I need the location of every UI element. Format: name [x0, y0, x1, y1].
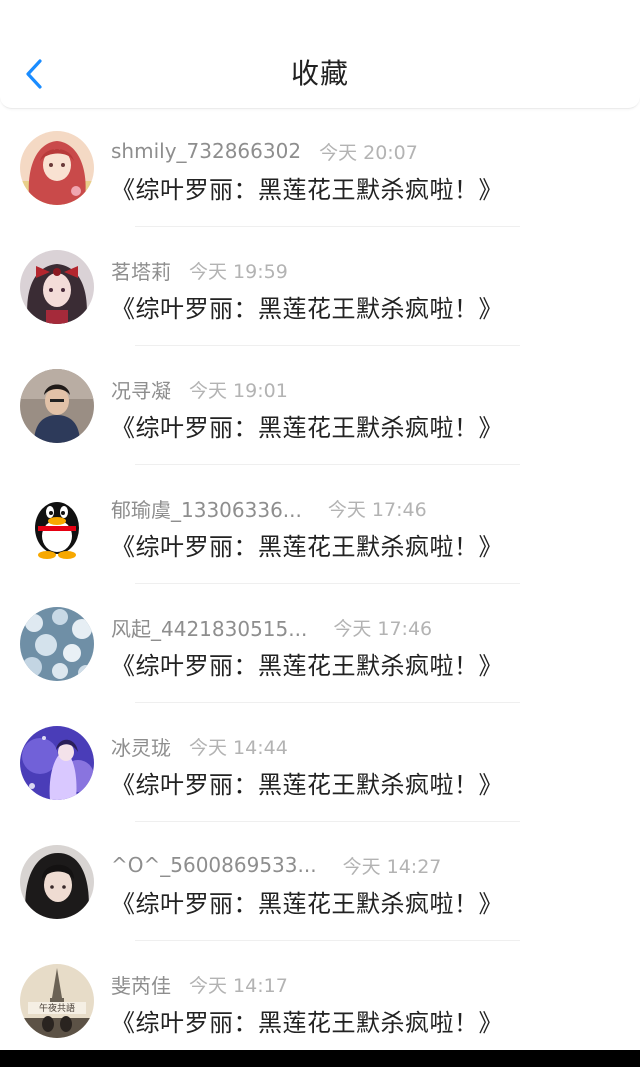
item-meta: ^O^_5600869533... 今天 14:27 — [111, 850, 441, 880]
username[interactable]: 冰灵珑 — [111, 732, 171, 761]
timestamp: 今天 14:44 — [189, 736, 288, 759]
anime-girl-avatar[interactable] — [20, 131, 94, 205]
username[interactable]: 况寻凝 — [111, 375, 171, 404]
list-item[interactable]: 况寻凝 今天 19:01 《综叶罗丽：黑莲花王默杀疯啦！》 — [0, 346, 640, 465]
svg-text:午夜共語: 午夜共語 — [39, 1002, 75, 1014]
snow-pattern-avatar[interactable] — [20, 607, 94, 681]
book-title[interactable]: 《综叶罗丽：黑莲花王默杀疯啦！》 — [111, 765, 503, 800]
timestamp: 今天 17:46 — [327, 498, 427, 521]
penguin-avatar[interactable] — [20, 488, 94, 562]
book-title[interactable]: 《综叶罗丽：黑莲花王默杀疯啦！》 — [111, 884, 503, 919]
username[interactable]: 风起_4421830515... — [111, 613, 307, 642]
list-item[interactable]: 冰灵珑 今天 14:44 《综叶罗丽：黑莲花王默杀疯啦！》 — [0, 703, 640, 822]
list-item[interactable]: ^O^_5600869533... 今天 14:27 《综叶罗丽：黑莲花王默杀疯… — [0, 822, 640, 941]
item-meta: shmily_732866302 今天 20:07 — [111, 136, 418, 166]
username[interactable]: 茗塔莉 — [111, 256, 171, 285]
system-navigation-bar — [0, 1050, 640, 1067]
item-meta: 风起_4421830515... 今天 17:46 — [111, 612, 432, 642]
book-title[interactable]: 《综叶罗丽：黑莲花王默杀疯啦！》 — [111, 646, 503, 681]
book-title[interactable]: 《综叶罗丽：黑莲花王默杀疯啦！》 — [111, 170, 503, 205]
dark-hair-person-avatar[interactable] — [20, 845, 94, 919]
list-item[interactable]: 风起_4421830515... 今天 17:46 《综叶罗丽：黑莲花王默杀疯啦… — [0, 584, 640, 703]
list-item[interactable]: 郁瑜虞_13306336... 今天 17:46 《综叶罗丽：黑莲花王默杀疯啦！… — [0, 465, 640, 584]
timestamp: 今天 14:27 — [342, 855, 442, 878]
timestamp: 今天 17:46 — [333, 617, 433, 640]
list-item[interactable]: 午夜共語 斐芮佳 今天 14:17 《综叶罗丽：黑莲花王默杀疯啦！》 — [0, 941, 640, 1060]
book-title[interactable]: 《综叶罗丽：黑莲花王默杀疯啦！》 — [111, 408, 503, 443]
username[interactable]: ^O^_5600869533... — [111, 853, 317, 877]
username[interactable]: 郁瑜虞_13306336... — [111, 494, 302, 523]
timestamp: 今天 14:17 — [189, 974, 288, 997]
timestamp: 今天 20:07 — [319, 141, 418, 164]
item-meta: 况寻凝 今天 19:01 — [111, 374, 288, 404]
book-title[interactable]: 《综叶罗丽：黑莲花王默杀疯啦！》 — [111, 289, 503, 324]
timestamp: 今天 19:01 — [189, 379, 288, 402]
item-meta: 茗塔莉 今天 19:59 — [111, 255, 288, 285]
item-meta: 冰灵珑 今天 14:44 — [111, 731, 288, 761]
purple-fantasy-avatar[interactable] — [20, 726, 94, 800]
list-item[interactable]: shmily_732866302 今天 20:07 《综叶罗丽：黑莲花王默杀疯啦… — [0, 108, 640, 227]
username[interactable]: shmily_732866302 — [111, 139, 301, 163]
favorites-list: shmily_732866302 今天 20:07 《综叶罗丽：黑莲花王默杀疯啦… — [0, 108, 640, 1060]
item-meta: 郁瑜虞_13306336... 今天 17:46 — [111, 493, 427, 523]
photo-person-avatar[interactable] — [20, 369, 94, 443]
item-meta: 斐芮佳 今天 14:17 — [111, 969, 288, 999]
city-photo-avatar[interactable]: 午夜共語 — [20, 964, 94, 1038]
page-title: 收藏 — [290, 57, 349, 90]
anime-girl-bow-avatar[interactable] — [20, 250, 94, 324]
list-item[interactable]: 茗塔莉 今天 19:59 《综叶罗丽：黑莲花王默杀疯啦！》 — [0, 227, 640, 346]
username[interactable]: 斐芮佳 — [111, 970, 171, 999]
book-title[interactable]: 《综叶罗丽：黑莲花王默杀疯啦！》 — [111, 527, 503, 562]
top-bar: 收藏 — [0, 0, 640, 109]
book-title[interactable]: 《综叶罗丽：黑莲花王默杀疯啦！》 — [111, 1003, 503, 1038]
timestamp: 今天 19:59 — [189, 260, 288, 283]
